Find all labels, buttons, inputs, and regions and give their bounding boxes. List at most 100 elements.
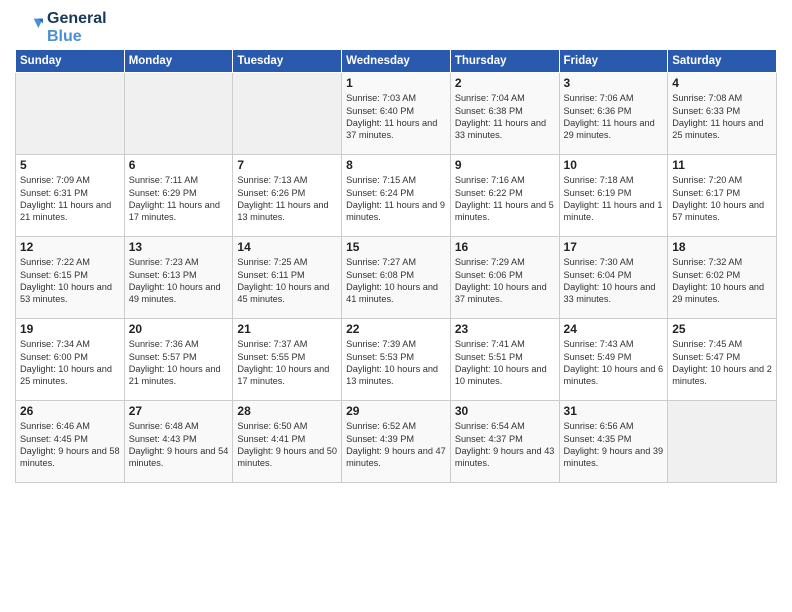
calendar-cell: 15 Sunrise: 7:27 AMSunset: 6:08 PMDayligh… (342, 237, 451, 319)
day-number: 30 (455, 404, 555, 418)
cell-info: Sunrise: 6:54 AMSunset: 4:37 PMDaylight:… (455, 420, 555, 470)
cell-info: Sunrise: 7:20 AMSunset: 6:17 PMDaylight:… (672, 174, 772, 224)
day-number: 27 (129, 404, 229, 418)
calendar-cell: 4Sunrise: 7:08 AMSunset: 6:33 PMDaylight… (668, 73, 777, 155)
day-number: 3 (564, 76, 664, 90)
day-number: 8 (346, 158, 446, 172)
calendar-cell: 17 Sunrise: 7:30 AMSunset: 6:04 PMDayligh… (559, 237, 668, 319)
cell-info: Sunrise: 7:27 AMSunset: 6:08 PMDaylight:… (346, 256, 446, 306)
day-number: 19 (20, 322, 120, 336)
calendar-cell (16, 73, 125, 155)
day-number: 14 (237, 240, 337, 254)
calendar-cell: 5Sunrise: 7:09 AMSunset: 6:31 PMDaylight… (16, 155, 125, 237)
cell-info: Sunrise: 7:36 AMSunset: 5:57 PMDaylight:… (129, 338, 229, 388)
day-number: 21 (237, 322, 337, 336)
calendar-cell: 30 Sunrise: 6:54 AMSunset: 4:37 PMDayligh… (450, 401, 559, 483)
header: General Blue (15, 10, 777, 45)
cell-info: Sunrise: 7:18 AMSunset: 6:19 PMDaylight:… (564, 174, 664, 224)
day-header-thursday: Thursday (450, 50, 559, 73)
week-row-1: 1 Sunrise: 7:03 AMSunset: 6:40 PMDaylight… (16, 73, 777, 155)
day-header-tuesday: Tuesday (233, 50, 342, 73)
day-number: 26 (20, 404, 120, 418)
day-number: 6 (129, 158, 229, 172)
cell-info: Sunrise: 7:37 AMSunset: 5:55 PMDaylight:… (237, 338, 337, 388)
cell-info: Sunrise: 7:08 AMSunset: 6:33 PMDaylight:… (672, 92, 772, 142)
cell-info: Sunrise: 7:29 AMSunset: 6:06 PMDaylight:… (455, 256, 555, 306)
logo-text: General Blue (47, 10, 107, 45)
day-number: 22 (346, 322, 446, 336)
calendar-cell: 7 Sunrise: 7:13 AMSunset: 6:26 PMDaylight… (233, 155, 342, 237)
day-number: 12 (20, 240, 120, 254)
day-header-saturday: Saturday (668, 50, 777, 73)
calendar-cell: 20 Sunrise: 7:36 AMSunset: 5:57 PMDayligh… (124, 319, 233, 401)
cell-info: Sunrise: 7:03 AMSunset: 6:40 PMDaylight:… (346, 92, 446, 142)
cell-info: Sunrise: 6:50 AMSunset: 4:41 PMDaylight:… (237, 420, 337, 470)
calendar-cell (233, 73, 342, 155)
calendar-cell: 24 Sunrise: 7:43 AMSunset: 5:49 PMDayligh… (559, 319, 668, 401)
cell-info: Sunrise: 7:11 AMSunset: 6:29 PMDaylight:… (129, 174, 229, 224)
calendar-cell: 26 Sunrise: 6:46 AMSunset: 4:45 PMDayligh… (16, 401, 125, 483)
cell-info: Sunrise: 7:22 AMSunset: 6:15 PMDaylight:… (20, 256, 120, 306)
day-number: 29 (346, 404, 446, 418)
calendar-cell: 16 Sunrise: 7:29 AMSunset: 6:06 PMDayligh… (450, 237, 559, 319)
cell-info: Sunrise: 6:48 AMSunset: 4:43 PMDaylight:… (129, 420, 229, 470)
calendar-cell: 25 Sunrise: 7:45 AMSunset: 5:47 PMDayligh… (668, 319, 777, 401)
day-number: 16 (455, 240, 555, 254)
cell-info: Sunrise: 7:39 AMSunset: 5:53 PMDaylight:… (346, 338, 446, 388)
day-number: 10 (564, 158, 664, 172)
day-number: 11 (672, 158, 772, 172)
calendar-cell (124, 73, 233, 155)
cell-info: Sunrise: 6:52 AMSunset: 4:39 PMDaylight:… (346, 420, 446, 470)
day-number: 25 (672, 322, 772, 336)
calendar-table: SundayMondayTuesdayWednesdayThursdayFrid… (15, 49, 777, 483)
day-number: 24 (564, 322, 664, 336)
cell-info: Sunrise: 7:13 AMSunset: 6:26 PMDaylight:… (237, 174, 337, 224)
day-number: 23 (455, 322, 555, 336)
calendar-cell: 21 Sunrise: 7:37 AMSunset: 5:55 PMDayligh… (233, 319, 342, 401)
calendar-cell: 11 Sunrise: 7:20 AMSunset: 6:17 PMDayligh… (668, 155, 777, 237)
day-number: 5 (20, 158, 120, 172)
cell-info: Sunrise: 7:16 AMSunset: 6:22 PMDaylight:… (455, 174, 555, 224)
calendar-cell: 10 Sunrise: 7:18 AMSunset: 6:19 PMDayligh… (559, 155, 668, 237)
calendar-cell: 1 Sunrise: 7:03 AMSunset: 6:40 PMDaylight… (342, 73, 451, 155)
calendar-cell: 12 Sunrise: 7:22 AMSunset: 6:15 PMDayligh… (16, 237, 125, 319)
cell-info: Sunrise: 7:23 AMSunset: 6:13 PMDaylight:… (129, 256, 229, 306)
calendar-cell: 14Sunrise: 7:25 AMSunset: 6:11 PMDayligh… (233, 237, 342, 319)
cell-info: Sunrise: 7:30 AMSunset: 6:04 PMDaylight:… (564, 256, 664, 306)
day-number: 31 (564, 404, 664, 418)
day-number: 9 (455, 158, 555, 172)
cell-info: Sunrise: 7:06 AMSunset: 6:36 PMDaylight:… (564, 92, 664, 142)
calendar-container: General Blue SundayMondayTuesdayWednesda… (0, 0, 792, 491)
cell-info: Sunrise: 7:45 AMSunset: 5:47 PMDaylight:… (672, 338, 772, 388)
cell-info: Sunrise: 7:32 AMSunset: 6:02 PMDaylight:… (672, 256, 772, 306)
calendar-cell: 3 Sunrise: 7:06 AMSunset: 6:36 PMDaylight… (559, 73, 668, 155)
day-header-monday: Monday (124, 50, 233, 73)
week-row-3: 12 Sunrise: 7:22 AMSunset: 6:15 PMDayligh… (16, 237, 777, 319)
calendar-cell: 13 Sunrise: 7:23 AMSunset: 6:13 PMDayligh… (124, 237, 233, 319)
day-number: 20 (129, 322, 229, 336)
calendar-cell: 22 Sunrise: 7:39 AMSunset: 5:53 PMDayligh… (342, 319, 451, 401)
day-header-wednesday: Wednesday (342, 50, 451, 73)
day-number: 7 (237, 158, 337, 172)
calendar-cell: 19 Sunrise: 7:34 AMSunset: 6:00 PMDayligh… (16, 319, 125, 401)
day-number: 15 (346, 240, 446, 254)
week-row-5: 26 Sunrise: 6:46 AMSunset: 4:45 PMDayligh… (16, 401, 777, 483)
calendar-cell: 29 Sunrise: 6:52 AMSunset: 4:39 PMDayligh… (342, 401, 451, 483)
week-row-4: 19 Sunrise: 7:34 AMSunset: 6:00 PMDayligh… (16, 319, 777, 401)
cell-info: Sunrise: 7:34 AMSunset: 6:00 PMDaylight:… (20, 338, 120, 388)
calendar-cell: 28Sunrise: 6:50 AMSunset: 4:41 PMDayligh… (233, 401, 342, 483)
day-number: 17 (564, 240, 664, 254)
day-headers-row: SundayMondayTuesdayWednesdayThursdayFrid… (16, 50, 777, 73)
cell-info: Sunrise: 7:43 AMSunset: 5:49 PMDaylight:… (564, 338, 664, 388)
calendar-cell (668, 401, 777, 483)
cell-info: Sunrise: 6:46 AMSunset: 4:45 PMDaylight:… (20, 420, 120, 470)
cell-info: Sunrise: 7:41 AMSunset: 5:51 PMDaylight:… (455, 338, 555, 388)
calendar-cell: 6 Sunrise: 7:11 AMSunset: 6:29 PMDaylight… (124, 155, 233, 237)
day-number: 13 (129, 240, 229, 254)
calendar-cell: 9 Sunrise: 7:16 AMSunset: 6:22 PMDaylight… (450, 155, 559, 237)
logo-icon (15, 14, 43, 42)
cell-info: Sunrise: 6:56 AMSunset: 4:35 PMDaylight:… (564, 420, 664, 470)
calendar-cell: 2Sunrise: 7:04 AMSunset: 6:38 PMDaylight… (450, 73, 559, 155)
week-row-2: 5Sunrise: 7:09 AMSunset: 6:31 PMDaylight… (16, 155, 777, 237)
day-number: 1 (346, 76, 446, 90)
